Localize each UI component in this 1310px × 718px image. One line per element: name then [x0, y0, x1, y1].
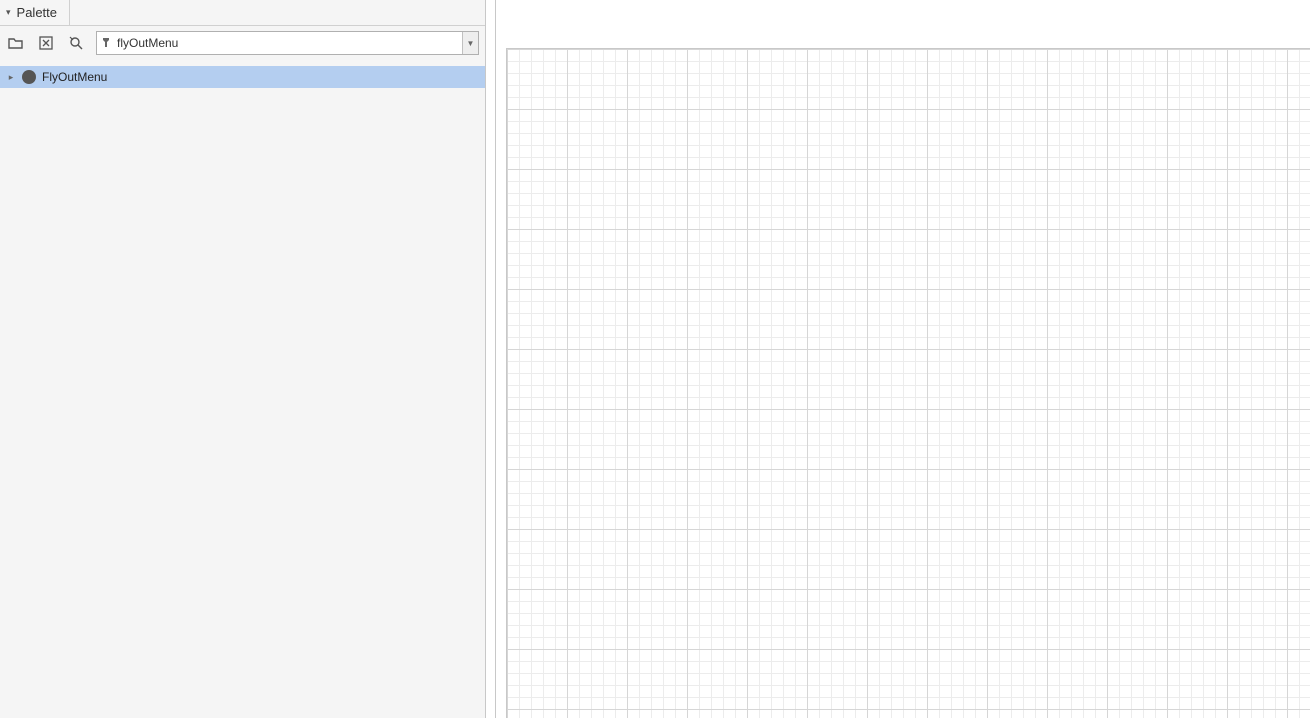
chevron-down-icon[interactable]: ▼ [462, 32, 478, 54]
palette-tree-item[interactable]: ▸ FlyOutMenu [0, 66, 485, 88]
palette-tree-item-label: FlyOutMenu [42, 70, 107, 84]
palette-tree: ▸ FlyOutMenu [0, 60, 485, 718]
palette-tab-filler [70, 0, 485, 26]
palette-search: ▼ [96, 31, 479, 55]
palette-panel: ▾ Palette [0, 0, 486, 718]
palette-toolbar: ▼ [0, 26, 485, 60]
design-canvas-panel [496, 0, 1310, 718]
expander-icon[interactable]: ▸ [6, 72, 16, 83]
palette-tab-bar: ▾ Palette [0, 0, 485, 26]
panel-splitter[interactable] [486, 0, 496, 718]
locate-icon[interactable] [66, 33, 86, 53]
design-canvas[interactable] [506, 48, 1310, 718]
tab-caret-icon: ▾ [6, 7, 11, 18]
clear-icon[interactable] [36, 33, 56, 53]
palette-search-input[interactable] [115, 32, 462, 54]
component-dot-icon [22, 70, 36, 84]
folder-open-icon[interactable] [6, 33, 26, 53]
app-root: ▾ Palette [0, 0, 1310, 718]
palette-tab[interactable]: ▾ Palette [0, 0, 70, 26]
filter-icon [97, 37, 115, 49]
palette-tab-label: Palette [17, 5, 57, 20]
